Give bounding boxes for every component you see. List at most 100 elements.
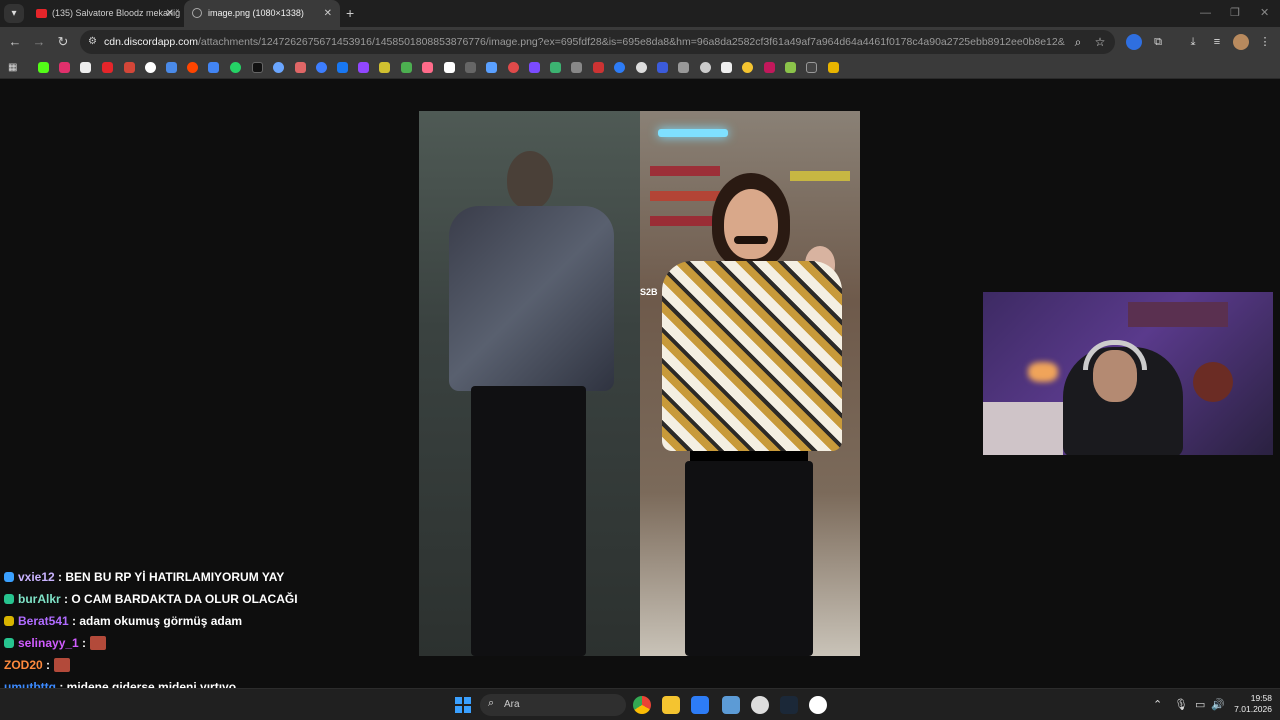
tab-search-button[interactable]: ▾	[4, 4, 24, 23]
download-icon[interactable]: ⤓	[1185, 34, 1201, 50]
bookmark-gmail-icon[interactable]	[124, 62, 135, 73]
chat-text: O CAM BARDAKTA DA OLUR OLACAĞI	[71, 592, 298, 606]
bookmark-icon[interactable]	[273, 62, 284, 73]
search-placeholder: Ara	[504, 699, 520, 710]
zoom-icon[interactable]: ⌕	[1070, 34, 1086, 50]
tray-overflow-icon[interactable]: ⌃	[1153, 689, 1162, 720]
globe-icon	[192, 8, 202, 18]
close-tab-icon[interactable]: ✕	[324, 0, 332, 27]
bookmark-icon[interactable]	[550, 62, 561, 73]
maximize-icon[interactable]: ❐	[1230, 0, 1240, 27]
bookmark-icon[interactable]	[742, 62, 753, 73]
bookmark-icon[interactable]	[422, 62, 433, 73]
extensions-puzzle-icon[interactable]: ⧉	[1150, 34, 1166, 50]
tab-image[interactable]: image.png (1080×1338) ✕	[184, 0, 340, 27]
bookmark-icon[interactable]	[636, 62, 647, 73]
site-info-icon[interactable]: ⚙	[88, 36, 100, 48]
tab-title: image.png (1080×1338)	[208, 8, 304, 18]
close-window-icon[interactable]: ✕	[1260, 0, 1269, 27]
displayed-image[interactable]: S2B	[419, 111, 860, 656]
photos-icon[interactable]	[691, 696, 709, 714]
bookmark-google-icon[interactable]	[145, 62, 156, 73]
bookmark-icon[interactable]	[764, 62, 775, 73]
bookmark-reddit-icon[interactable]	[187, 62, 198, 73]
minimize-icon[interactable]: —	[1200, 0, 1211, 27]
tab-youtube[interactable]: (135) Salvatore Bloodz mekaniğ ✕	[28, 0, 182, 27]
chat-user: burAlkr	[18, 592, 61, 606]
chrome-icon[interactable]	[633, 696, 651, 714]
bookmark-folder-icon[interactable]	[828, 62, 839, 73]
menu-icon[interactable]: ⋮	[1257, 34, 1273, 50]
close-tab-icon[interactable]: ✕	[166, 0, 174, 27]
windows-start-icon[interactable]	[455, 697, 471, 713]
file-explorer-icon[interactable]	[662, 696, 680, 714]
microphone-icon[interactable]: 🎙	[1174, 689, 1188, 720]
badge-icon	[4, 638, 14, 648]
new-tab-button[interactable]: +	[346, 0, 354, 27]
bookmark-icon[interactable]	[465, 62, 476, 73]
chat-user: vxie12	[18, 570, 55, 584]
bookmark-translate-icon[interactable]	[208, 62, 219, 73]
bookmark-instagram-icon[interactable]	[59, 62, 70, 73]
bookmark-icon[interactable]	[508, 62, 519, 73]
bookmark-icon[interactable]	[657, 62, 668, 73]
address-toolbar: ← → ↻ ⚙ cdn.discordapp.com/attachments/1…	[0, 27, 1280, 57]
bookmark-icon[interactable]	[166, 62, 177, 73]
bookmark-twitch-icon[interactable]	[358, 62, 369, 73]
reading-list-icon[interactable]: ≡	[1209, 34, 1225, 50]
address-bar[interactable]: ⚙ cdn.discordapp.com/attachments/1247262…	[80, 30, 1115, 54]
chat-message: Berat541 : adam okumuş görmüş adam	[4, 610, 242, 632]
clock-date: 7.01.2026	[1234, 704, 1272, 714]
bookmark-icon[interactable]	[401, 62, 412, 73]
bookmark-icon[interactable]	[529, 62, 540, 73]
taskbar-search-input[interactable]: ⌕ Ara	[480, 694, 626, 716]
bookmark-star-icon[interactable]: ☆	[1092, 34, 1108, 50]
steam-icon[interactable]	[780, 696, 798, 714]
bookmark-icon[interactable]	[252, 62, 263, 73]
chat-message: burAlkr : O CAM BARDAKTA DA OLUR OLACAĞI	[4, 588, 298, 610]
bookmark-icon[interactable]	[721, 62, 732, 73]
badge-icon	[4, 594, 14, 604]
network-icon[interactable]: ▭	[1195, 689, 1205, 720]
bookmark-icon[interactable]	[444, 62, 455, 73]
chat-user: ZOD20	[4, 658, 43, 672]
bookmark-icon[interactable]	[486, 62, 497, 73]
bookmark-youtube-icon[interactable]	[102, 62, 113, 73]
bookmark-icon[interactable]	[316, 62, 327, 73]
extension-icon[interactable]	[1126, 34, 1142, 50]
bookmark-icon[interactable]	[379, 62, 390, 73]
apps-grid-icon[interactable]: ▦	[8, 62, 19, 73]
bookmark-whatsapp-icon[interactable]	[230, 62, 241, 73]
app-icon[interactable]	[751, 696, 769, 714]
chat-message: ZOD20 :	[4, 654, 71, 676]
bookmark-icon[interactable]	[806, 62, 817, 73]
profile-avatar[interactable]	[1233, 34, 1249, 50]
search-icon: ⌕	[488, 697, 495, 709]
volume-icon[interactable]: 🔊	[1211, 689, 1225, 720]
bookmark-icon[interactable]	[295, 62, 306, 73]
back-icon[interactable]: ←	[6, 33, 24, 51]
app-icon[interactable]	[722, 696, 740, 714]
bookmark-icon[interactable]	[785, 62, 796, 73]
bookmark-icon[interactable]	[593, 62, 604, 73]
shelf	[650, 216, 720, 226]
sign-text: S2B	[640, 287, 658, 297]
chat-message: selinayy_1 :	[4, 632, 107, 654]
forward-icon[interactable]: →	[30, 33, 48, 51]
person-head	[724, 189, 778, 259]
bookmark-icon[interactable]	[614, 62, 625, 73]
taskbar-clock[interactable]: 19:58 7.01.2026	[1228, 693, 1272, 715]
bookmark-facebook-icon[interactable]	[337, 62, 348, 73]
emote-icon	[90, 636, 107, 650]
bookmark-icon[interactable]	[700, 62, 711, 73]
bookmark-icon[interactable]	[571, 62, 582, 73]
headset-icon	[1083, 340, 1147, 370]
reload-icon[interactable]: ↻	[54, 33, 72, 51]
media-player-icon[interactable]	[809, 696, 827, 714]
bookmark-icon[interactable]	[678, 62, 689, 73]
url-text[interactable]: cdn.discordapp.com/attachments/124726267…	[104, 30, 1065, 54]
webcam-chair	[1193, 362, 1233, 402]
bookmark-x-icon[interactable]	[80, 62, 91, 73]
bookmark-kick-icon[interactable]	[38, 62, 49, 73]
shelf	[650, 166, 720, 176]
